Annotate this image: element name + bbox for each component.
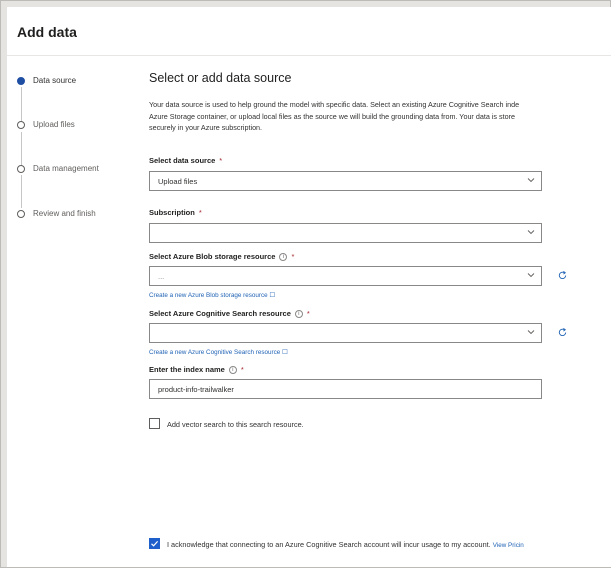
step-connector (20, 175, 22, 208)
step-upload-files[interactable]: Upload files (17, 120, 75, 129)
refresh-icon[interactable] (557, 270, 568, 281)
acknowledge-checkbox[interactable] (149, 538, 160, 549)
data-source-dropdown[interactable]: Upload files (149, 171, 542, 191)
step-label: Data source (33, 76, 77, 85)
acknowledge-label: I acknowledge that connecting to an Azur… (167, 540, 524, 549)
step-label: Review and finish (33, 209, 96, 218)
chevron-down-icon (527, 330, 535, 335)
window-frame: Add data Data source Upload files Data m… (0, 0, 611, 568)
blob-storage-dropdown[interactable]: ... (149, 266, 542, 286)
step-connector (20, 87, 22, 123)
vector-search-label: Add vector search to this search resourc… (167, 420, 304, 429)
section-heading: Select or add data source (149, 71, 292, 85)
chevron-down-icon (527, 178, 535, 183)
info-icon[interactable]: i (228, 365, 237, 374)
section-description: Your data source is used to help ground … (149, 100, 520, 132)
step-data-source[interactable]: Data source (17, 76, 76, 85)
step-data-management[interactable]: Data management (17, 164, 99, 173)
step-label: Upload files (33, 120, 75, 129)
create-cognitive-search-link[interactable]: Create a new Azure Cognitive Search reso… (149, 349, 288, 356)
info-icon[interactable]: i (279, 252, 288, 261)
step-circle-icon (17, 209, 25, 218)
step-review-and-finish[interactable]: Review and finish (17, 209, 96, 218)
chevron-down-icon (527, 230, 535, 235)
checkmark-icon (151, 540, 159, 547)
step-circle-icon (17, 164, 25, 173)
cognitive-search-dropdown[interactable] (149, 323, 542, 343)
step-active-dot-icon (17, 76, 25, 85)
subscription-label: Subscription * (149, 208, 202, 217)
chevron-down-icon (527, 273, 535, 278)
blob-storage-label: Select Azure Blob storage resource i * (149, 252, 295, 261)
refresh-icon[interactable] (557, 327, 568, 338)
step-circle-icon (17, 120, 25, 129)
info-icon[interactable]: i (294, 309, 303, 318)
vector-search-checkbox[interactable] (149, 418, 160, 429)
data-source-label: Select data source * (149, 156, 223, 165)
cognitive-search-label: Select Azure Cognitive Search resource i… (149, 309, 310, 318)
view-pricing-link[interactable]: View Pricin (493, 542, 524, 549)
dialog-title: Add data (17, 24, 77, 40)
index-name-input[interactable]: product-info-trailwalker (149, 379, 542, 399)
index-name-label: Enter the index name i * (149, 365, 244, 374)
step-label: Data management (33, 164, 99, 173)
subscription-dropdown[interactable] (149, 223, 542, 243)
step-connector (20, 132, 22, 166)
dialog-header: Add data (7, 7, 611, 56)
create-blob-storage-link[interactable]: Create a new Azure Blob storage resource… (149, 292, 275, 299)
add-data-dialog: Add data Data source Upload files Data m… (7, 7, 611, 567)
